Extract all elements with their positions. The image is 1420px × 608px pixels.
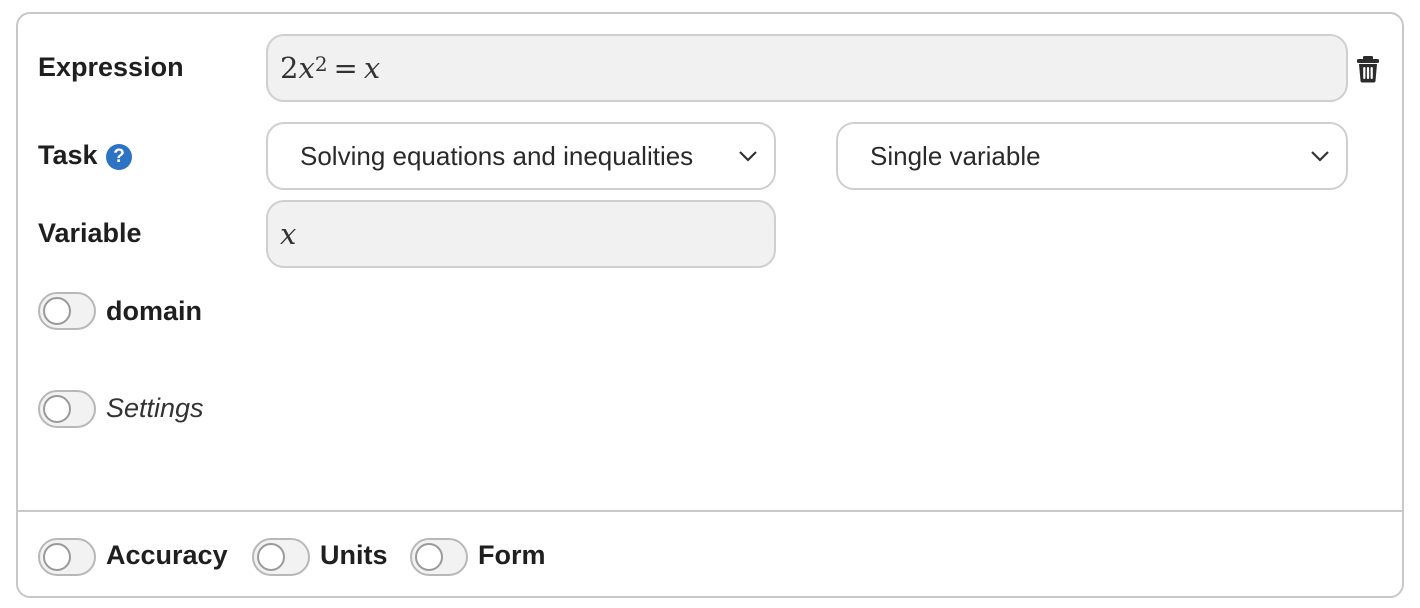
toggle-knob bbox=[43, 543, 71, 571]
footer-divider bbox=[18, 510, 1402, 512]
form-toggle[interactable] bbox=[410, 538, 468, 576]
task-mode-value: Single variable bbox=[870, 140, 1041, 171]
toggle-knob bbox=[415, 543, 443, 571]
form-label: Form bbox=[478, 540, 546, 570]
answer-panel: Expression 2 x 2 = x Task ? Solving equation… bbox=[16, 12, 1404, 598]
chevron-down-icon bbox=[739, 151, 757, 162]
units-label: Units bbox=[320, 540, 388, 570]
expression-variable: x bbox=[298, 51, 315, 85]
expression-field[interactable]: 2 x 2 = x bbox=[266, 34, 1348, 102]
trash-icon[interactable] bbox=[1356, 55, 1380, 83]
task-label: Task bbox=[38, 140, 98, 170]
expression-label: Expression bbox=[38, 52, 184, 82]
task-type-select[interactable]: Solving equations and inequalities bbox=[266, 122, 776, 190]
variable-value: x bbox=[280, 217, 297, 251]
domain-toggle[interactable] bbox=[38, 292, 96, 330]
toggle-knob bbox=[257, 543, 285, 571]
toggle-knob bbox=[43, 395, 71, 423]
chevron-down-icon bbox=[1311, 151, 1329, 162]
task-type-value: Solving equations and inequalities bbox=[300, 140, 694, 171]
task-mode-select[interactable]: Single variable bbox=[836, 122, 1348, 190]
settings-label: Settings bbox=[106, 393, 204, 423]
settings-toggle[interactable] bbox=[38, 390, 96, 428]
expression-rhs: x bbox=[363, 51, 381, 85]
variable-field[interactable]: x bbox=[266, 200, 776, 268]
toggle-knob bbox=[43, 297, 71, 325]
accuracy-label: Accuracy bbox=[106, 540, 228, 570]
domain-label: domain bbox=[106, 296, 203, 326]
expression-equals: = bbox=[333, 51, 358, 85]
expression-exponent: 2 bbox=[314, 52, 328, 76]
variable-label: Variable bbox=[38, 218, 142, 248]
question-circle-icon[interactable]: ? bbox=[106, 144, 132, 170]
expression-coefficient: 2 bbox=[280, 51, 299, 85]
units-toggle[interactable] bbox=[252, 538, 310, 576]
accuracy-toggle[interactable] bbox=[38, 538, 96, 576]
